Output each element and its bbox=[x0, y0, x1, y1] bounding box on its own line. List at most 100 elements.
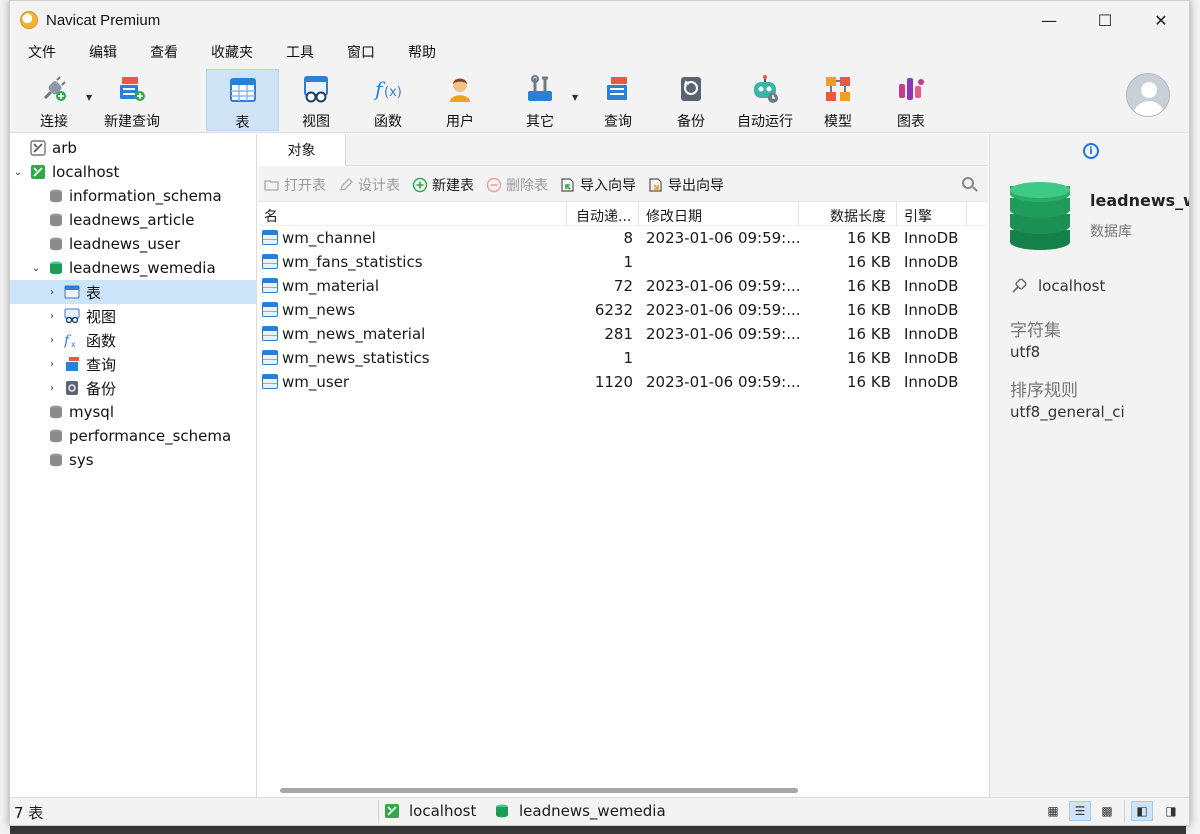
tree-item-localhost[interactable]: ⌄ localhost bbox=[10, 160, 256, 184]
view-button[interactable]: 视图 bbox=[286, 69, 346, 131]
menu-window[interactable]: 窗口 bbox=[335, 39, 387, 67]
navigation-tree: arb ⌄ localhost information_schema leadn… bbox=[10, 134, 257, 797]
status-connection: localhost bbox=[384, 802, 476, 820]
header-name[interactable]: 名 bbox=[264, 206, 278, 226]
export-wizard-button[interactable]: 导出向导 bbox=[648, 175, 724, 195]
table-row[interactable]: wm_fans_statistics 1 16 KB InnoDB bbox=[258, 250, 988, 274]
cell-name: wm_news_material bbox=[282, 325, 426, 343]
add-icon bbox=[412, 177, 428, 193]
table-row[interactable]: wm_material 72 2023-01-06 09:59:... 16 KB In… bbox=[258, 274, 988, 298]
horizontal-scrollbar[interactable] bbox=[280, 788, 798, 793]
other-dropdown-icon[interactable]: ▼ bbox=[572, 93, 578, 102]
robot-icon bbox=[750, 74, 780, 104]
header-modified-date[interactable]: 修改日期 bbox=[646, 206, 702, 226]
chevron-right-icon[interactable]: › bbox=[46, 287, 58, 298]
info-icon[interactable]: i bbox=[1083, 143, 1099, 159]
open-table-button[interactable]: 打开表 bbox=[264, 175, 326, 195]
chevron-right-icon[interactable]: › bbox=[46, 335, 58, 346]
tree-item-backups[interactable]: › 备份 bbox=[10, 376, 256, 400]
connect-button[interactable]: 连接 bbox=[24, 69, 84, 131]
new-query-icon bbox=[117, 74, 147, 104]
query-icon bbox=[66, 357, 79, 371]
tree-label: leadnews_article bbox=[69, 211, 195, 229]
menu-tools[interactable]: 工具 bbox=[274, 39, 326, 67]
table-row[interactable]: wm_user 1120 2023-01-06 09:59:... 16 KB Inno… bbox=[258, 370, 988, 394]
connect-dropdown-icon[interactable]: ▼ bbox=[86, 93, 92, 102]
tree-label: 函数 bbox=[86, 331, 117, 350]
chart-button[interactable]: 图表 bbox=[881, 69, 941, 131]
cell-data-length: 16 KB bbox=[847, 301, 891, 319]
table-icon bbox=[64, 285, 80, 299]
cell-auto-increment: 72 bbox=[613, 277, 633, 295]
maximize-button[interactable]: ☐ bbox=[1077, 1, 1133, 39]
tree-label: 备份 bbox=[86, 379, 117, 398]
table-row[interactable]: wm_news 6232 2023-01-06 09:59:... 16 KB Inno… bbox=[258, 298, 988, 322]
tree-item-database[interactable]: mysql bbox=[10, 400, 256, 424]
function-button[interactable]: f (x) 函数 bbox=[358, 69, 418, 131]
chevron-down-icon[interactable]: ⌄ bbox=[30, 263, 42, 274]
tree-item-arb[interactable]: arb bbox=[10, 136, 256, 160]
table-row[interactable]: wm_channel 8 2023-01-06 09:59:... 16 KB Inno… bbox=[258, 226, 988, 250]
collation-value: utf8_general_ci bbox=[1010, 403, 1125, 421]
cell-engine: InnoDB bbox=[904, 325, 959, 343]
tree-label: information_schema bbox=[69, 187, 222, 205]
design-table-button[interactable]: 设计表 bbox=[338, 175, 400, 195]
automation-button[interactable]: 自动运行 bbox=[732, 69, 798, 131]
pencil-icon bbox=[340, 178, 353, 191]
tree-item-database[interactable]: sys bbox=[10, 448, 256, 472]
menu-help[interactable]: 帮助 bbox=[396, 39, 448, 67]
header-auto-increment[interactable]: 自动递... bbox=[576, 206, 631, 226]
svg-text:(x): (x) bbox=[384, 85, 402, 100]
backup-button[interactable]: 备份 bbox=[661, 69, 721, 131]
cell-engine: InnoDB bbox=[904, 301, 959, 319]
grid-view-icon[interactable]: ▦ bbox=[1042, 801, 1064, 821]
tree-item-queries[interactable]: › 查询 bbox=[10, 352, 256, 376]
import-wizard-button[interactable]: 导入向导 bbox=[560, 175, 636, 195]
toggle-info-panel-icon[interactable]: ◨ bbox=[1160, 801, 1182, 821]
tree-item-views[interactable]: › 视图 bbox=[10, 304, 256, 328]
close-button[interactable]: ✕ bbox=[1133, 1, 1189, 39]
chevron-right-icon[interactable]: › bbox=[46, 311, 58, 322]
model-button[interactable]: 模型 bbox=[808, 69, 868, 131]
export-wizard-label: 导出向导 bbox=[668, 178, 724, 194]
user-button[interactable]: 用户 bbox=[430, 69, 490, 131]
new-table-button[interactable]: 新建表 bbox=[412, 175, 474, 195]
menu-favorites[interactable]: 收藏夹 bbox=[199, 39, 265, 67]
chevron-right-icon[interactable]: › bbox=[46, 383, 58, 394]
menu-edit[interactable]: 编辑 bbox=[77, 39, 129, 67]
tree-item-database[interactable]: leadnews_user bbox=[10, 232, 256, 256]
header-engine[interactable]: 引擎 bbox=[904, 206, 932, 226]
table-row[interactable]: wm_news_material 281 2023-01-06 09:59:... 1… bbox=[258, 322, 988, 346]
minimize-button[interactable]: — bbox=[1021, 1, 1077, 39]
table-button[interactable]: 表 bbox=[206, 69, 279, 131]
tree-item-database[interactable]: leadnews_article bbox=[10, 208, 256, 232]
detail-view-icon[interactable]: ▩ bbox=[1096, 801, 1118, 821]
query-button[interactable]: 查询 bbox=[588, 69, 648, 131]
tree-item-database[interactable]: information_schema bbox=[10, 184, 256, 208]
export-icon bbox=[649, 178, 662, 192]
table-icon bbox=[262, 374, 278, 389]
table-row[interactable]: wm_news_statistics 1 16 KB InnoDB bbox=[258, 346, 988, 370]
other-button[interactable]: 其它 bbox=[510, 69, 570, 131]
user-avatar[interactable] bbox=[1126, 73, 1170, 117]
menu-view[interactable]: 查看 bbox=[138, 39, 190, 67]
search-icon[interactable] bbox=[962, 177, 974, 189]
tools-icon bbox=[525, 74, 555, 104]
toggle-sidebar-icon[interactable]: ◧ bbox=[1131, 801, 1153, 821]
tree-item-database[interactable]: performance_schema bbox=[10, 424, 256, 448]
chevron-down-icon[interactable]: ⌄ bbox=[12, 167, 24, 178]
connection-active-icon bbox=[31, 165, 45, 179]
menu-file[interactable]: 文件 bbox=[16, 39, 68, 67]
tree-item-tables[interactable]: › 表 bbox=[10, 280, 256, 304]
tab-objects[interactable]: 对象 bbox=[258, 134, 346, 166]
database-large-icon bbox=[1010, 182, 1070, 250]
delete-table-button[interactable]: 删除表 bbox=[486, 175, 548, 195]
navicat-logo-icon bbox=[20, 11, 38, 29]
list-view-icon[interactable]: ☰ bbox=[1069, 801, 1091, 821]
tree-item-functions[interactable]: › fx 函数 bbox=[10, 328, 256, 352]
chevron-right-icon[interactable]: › bbox=[46, 359, 58, 370]
header-data-length[interactable]: 数据长度 bbox=[830, 206, 886, 226]
table-icon bbox=[262, 278, 278, 293]
new-query-button[interactable]: 新建查询 bbox=[100, 69, 164, 131]
tree-item-open-database[interactable]: ⌄ leadnews_wemedia bbox=[10, 256, 256, 280]
